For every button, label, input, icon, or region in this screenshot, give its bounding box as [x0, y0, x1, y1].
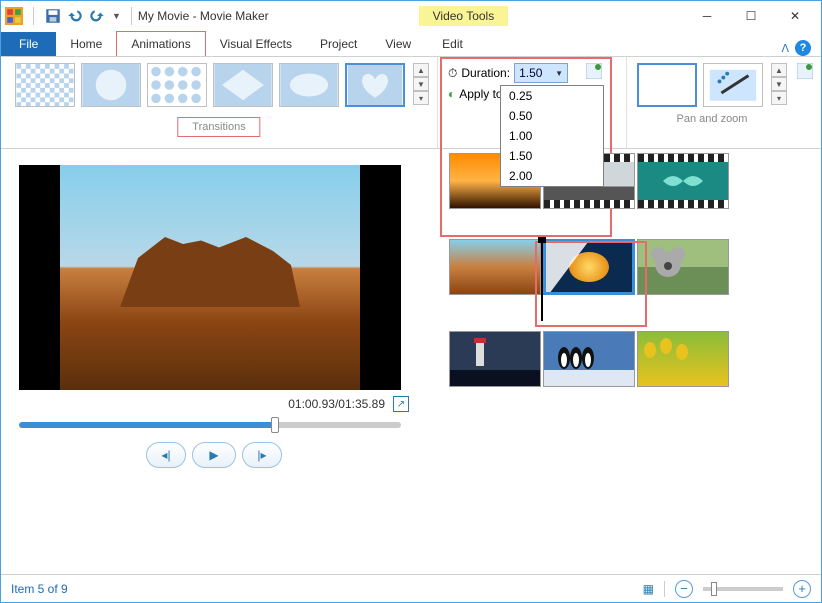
transition-heart[interactable] — [345, 63, 405, 107]
apply-all-icon: ◐ — [448, 87, 455, 101]
ribbon-tabs: File Home Animations Visual Effects Proj… — [1, 31, 821, 57]
zoom-thumb[interactable] — [711, 582, 717, 596]
tab-edit[interactable]: Edit — [428, 32, 477, 56]
prev-frame-button[interactable]: ◂| — [146, 442, 186, 468]
clip-5-selected[interactable] — [543, 239, 635, 295]
zoom-slider[interactable] — [703, 587, 783, 591]
duration-option[interactable]: 1.50 — [501, 146, 603, 166]
fullscreen-icon[interactable]: ↗ — [393, 396, 409, 412]
clip-8[interactable] — [543, 331, 635, 387]
time-display: 01:00.93/01:35.89 — [288, 397, 385, 411]
clip-3[interactable] — [637, 153, 729, 209]
duration-option[interactable]: 2.00 — [501, 166, 603, 186]
pan-zoom-group: ▲ ▼ ▾ Pan and zoom — [626, 57, 797, 148]
panzoom-more-icon[interactable]: ▾ — [771, 91, 787, 105]
duration-option[interactable]: 0.25 — [501, 86, 603, 106]
transition-diamond[interactable] — [213, 63, 273, 107]
pan-zoom-label: Pan and zoom — [637, 113, 787, 125]
duration-dropdown[interactable]: 0.25 0.50 1.00 1.50 2.00 — [500, 85, 604, 187]
minimize-button[interactable]: ─ — [685, 2, 729, 30]
collapse-ribbon-icon[interactable]: ᐱ — [781, 42, 789, 55]
transitions-group-label: Transitions — [177, 117, 260, 137]
pan-zoom-none[interactable] — [637, 63, 697, 107]
transition-checker[interactable] — [15, 63, 75, 107]
stopwatch-icon: ⏱ — [448, 66, 457, 81]
save-icon[interactable] — [44, 7, 62, 25]
gallery-down-icon[interactable]: ▼ — [413, 77, 429, 91]
tab-visual-effects[interactable]: Visual Effects — [206, 32, 306, 56]
undo-icon[interactable] — [66, 7, 84, 25]
status-item-text: Item 5 of 9 — [11, 582, 68, 596]
tab-animations[interactable]: Animations — [116, 31, 205, 56]
help-icon[interactable]: ? — [795, 40, 811, 56]
zoom-in-button[interactable]: + — [793, 580, 811, 598]
clip-4[interactable] — [449, 239, 541, 295]
ribbon: ▲ ▼ ▾ Transitions ⏱ Duration: 1.50 ▼ ◐ A… — [1, 57, 821, 149]
maximize-button[interactable]: ☐ — [729, 2, 773, 30]
tab-home[interactable]: Home — [56, 32, 116, 56]
redo-icon[interactable] — [88, 7, 106, 25]
close-button[interactable]: ✕ — [773, 2, 817, 30]
duration-option[interactable]: 1.00 — [501, 126, 603, 146]
duration-option[interactable]: 0.50 — [501, 106, 603, 126]
preview-pane: 01:00.93/01:35.89 ↗ ◂| ▶ |▸ — [1, 149, 419, 567]
panzoom-up-icon[interactable]: ▲ — [771, 63, 787, 77]
qat-dropdown-icon[interactable]: ▼ — [112, 11, 121, 21]
playhead[interactable] — [541, 241, 543, 321]
preview-frame — [19, 165, 401, 390]
dropdown-arrow-icon[interactable]: ▼ — [555, 69, 563, 78]
status-bar: Item 5 of 9 ▦ − + — [1, 574, 821, 602]
play-button[interactable]: ▶ — [192, 442, 236, 468]
tab-view[interactable]: View — [371, 32, 425, 56]
gallery-more-icon[interactable]: ▾ — [413, 91, 429, 105]
preview-image — [60, 165, 360, 390]
gallery-up-icon[interactable]: ▲ — [413, 63, 429, 77]
seek-thumb[interactable] — [271, 417, 279, 433]
clip-6[interactable] — [637, 239, 729, 295]
transitions-group: ▲ ▼ ▾ Transitions — [1, 57, 437, 148]
app-icon — [5, 7, 23, 25]
transition-circles[interactable] — [147, 63, 207, 107]
title-bar: ▼ My Movie - Movie Maker Video Tools ─ ☐… — [1, 1, 821, 31]
clip-7[interactable] — [449, 331, 541, 387]
tab-project[interactable]: Project — [306, 32, 371, 56]
panzoom-down-icon[interactable]: ▼ — [771, 77, 787, 91]
duration-label: Duration: — [461, 66, 510, 80]
transition-circle[interactable] — [81, 63, 141, 107]
panzoom-side-icon[interactable] — [797, 63, 813, 79]
tab-file[interactable]: File — [1, 32, 56, 56]
transition-eye[interactable] — [279, 63, 339, 107]
pan-zoom-preset[interactable] — [703, 63, 763, 107]
window-title: My Movie - Movie Maker — [138, 9, 269, 23]
zoom-out-button[interactable]: − — [675, 580, 693, 598]
storyboard[interactable] — [419, 149, 821, 567]
duration-value: 1.50 — [519, 66, 542, 80]
context-tab-label: Video Tools — [419, 6, 509, 26]
next-frame-button[interactable]: |▸ — [242, 442, 282, 468]
view-toggle-icon[interactable]: ▦ — [643, 582, 654, 596]
transition-side-icon[interactable] — [586, 63, 602, 79]
seek-slider[interactable] — [19, 422, 401, 428]
duration-input[interactable]: 1.50 ▼ — [514, 63, 568, 83]
clip-9[interactable] — [637, 331, 729, 387]
duration-group: ⏱ Duration: 1.50 ▼ ◐ Apply to all 0.25 0… — [437, 57, 578, 148]
